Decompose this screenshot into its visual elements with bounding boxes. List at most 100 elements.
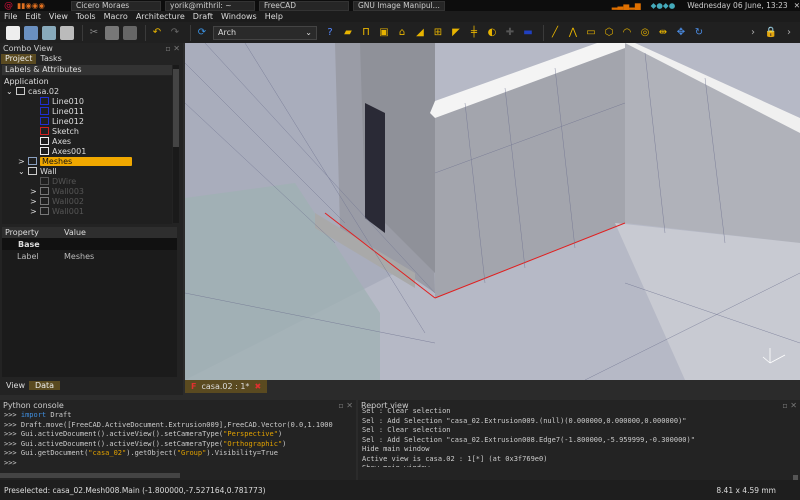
toolbar: ✂ ↶ ↷ ⟳ Arch ⌄ ? ▰ Π ▣ ⌂ ◢ ⊞ ◤ ╪ ◐ ✚ ▬ ╱ … [0, 22, 800, 43]
arch-section-icon[interactable]: ◐ [485, 26, 499, 40]
3d-scene[interactable] [185, 43, 800, 380]
tab-data[interactable]: Data [28, 381, 61, 390]
print-icon[interactable] [60, 25, 74, 40]
expand-arrow-icon[interactable]: > [30, 187, 40, 196]
toolbar-overflow-icon[interactable]: › [746, 26, 760, 40]
draft-polygon-icon[interactable]: ⬡ [602, 26, 616, 40]
arch-wall-icon[interactable]: ▰ [341, 26, 355, 40]
expand-arrow-icon[interactable]: ⌄ [18, 167, 28, 176]
tab-tasks[interactable]: Tasks [36, 54, 65, 64]
tree-item[interactable]: Line010 [2, 96, 172, 106]
menu-draft[interactable]: Draft [193, 12, 213, 21]
3d-viewport[interactable] [185, 43, 800, 380]
arch-building-icon[interactable]: ⌂ [395, 26, 409, 40]
toolbar-overflow-icon-2[interactable]: › [782, 26, 796, 40]
draft-rotate-icon[interactable]: ↻ [692, 26, 706, 40]
tree-item[interactable]: > Wall002 [2, 196, 172, 206]
menu-help[interactable]: Help [265, 12, 283, 21]
tab-view[interactable]: View [2, 381, 29, 390]
menu-tools[interactable]: Tools [76, 12, 96, 21]
arch-structure-icon[interactable]: Π [359, 26, 373, 40]
float-close-icons[interactable]: ▫ ✕ [782, 401, 797, 410]
report-view[interactable]: Report view ▫ ✕ Sel : Clear selection Sel … [358, 400, 800, 481]
task-0[interactable]: Cícero Moraes [71, 0, 161, 11]
menu-edit[interactable]: Edit [25, 12, 41, 21]
draft-wire-icon[interactable]: ⋀ [566, 26, 580, 40]
whats-this-icon[interactable]: ? [323, 26, 337, 40]
expand-arrow-icon[interactable]: > [18, 157, 28, 166]
horizontal-scrollbar[interactable] [0, 473, 180, 478]
menu-windows[interactable]: Windows [221, 12, 257, 21]
draft-arc-icon[interactable]: ◠ [620, 26, 634, 40]
tree-item[interactable]: ⌄ casa.02 [2, 86, 172, 96]
copy-icon[interactable] [105, 25, 119, 40]
debian-menu-icon[interactable]: @ [4, 1, 13, 11]
arch-roof-icon[interactable]: ◤ [449, 26, 463, 40]
refresh-icon[interactable]: ⟳ [195, 26, 209, 40]
paste-icon[interactable] [123, 25, 137, 40]
arch-remove-icon[interactable]: ▬ [521, 26, 535, 40]
menu-view[interactable]: View [49, 12, 68, 21]
python-console[interactable]: Python console ▫ ✕ >>> import Draft >>> Dr… [0, 400, 356, 480]
menu-bar: File Edit View Tools Macro Architecture Draft W… [0, 11, 800, 22]
tray-icons[interactable]: ◆●◆● [651, 1, 676, 10]
expand-arrow-icon[interactable]: > [30, 197, 40, 206]
draft-rectangle-icon[interactable]: ▭ [584, 26, 598, 40]
cpu-graph-icon: ▂▃▅▂▆ [611, 1, 641, 10]
tree-item[interactable]: DWire [2, 176, 172, 186]
tree-item[interactable]: Line012 [2, 116, 172, 126]
tree-item[interactable]: Axes001 [2, 146, 172, 156]
document-icon [16, 87, 25, 95]
arch-add-icon[interactable]: ✚ [503, 26, 517, 40]
draft-circle-icon[interactable]: ◎ [638, 26, 652, 40]
float-close-icons[interactable]: ▫ ✕ [338, 401, 353, 410]
arch-window-icon[interactable]: ⊞ [431, 26, 445, 40]
draft-move-icon[interactable]: ✥ [674, 26, 688, 40]
menu-file[interactable]: File [4, 12, 17, 21]
arch-axis-icon[interactable]: ╪ [467, 26, 481, 40]
menu-macro[interactable]: Macro [104, 12, 128, 21]
tab-project[interactable]: Project [1, 54, 37, 64]
open-icon[interactable] [24, 25, 38, 40]
tree-item[interactable]: Line011 [2, 106, 172, 116]
document-tab-bar: F casa.02 : 1* ✖ [185, 380, 800, 395]
close-tab-icon[interactable]: ✖ [254, 382, 261, 391]
tree-item[interactable]: Sketch [2, 126, 172, 136]
tree-item[interactable]: ⌄ Wall [2, 166, 172, 176]
expand-arrow-icon[interactable]: > [30, 207, 40, 216]
wire-icon [40, 97, 49, 105]
workbench-selector[interactable]: Arch ⌄ [213, 25, 317, 40]
project-tree: Application ⌄ casa.02 Line010 Line011 Line01… [2, 76, 172, 224]
property-group-base[interactable]: Base [2, 238, 177, 250]
float-close-icons[interactable]: ▫ ✕ [165, 44, 180, 53]
close-icon[interactable]: ✕ [794, 1, 800, 10]
new-icon[interactable] [6, 25, 20, 40]
document-tab[interactable]: F casa.02 : 1* ✖ [185, 380, 268, 393]
cut-icon[interactable]: ✂ [87, 26, 101, 40]
draft-dimension-icon[interactable]: ⇹ [656, 26, 670, 40]
task-2[interactable]: FreeCAD [259, 0, 349, 11]
property-value[interactable]: Meshes [64, 252, 94, 261]
expand-arrow-icon[interactable]: ⌄ [6, 87, 16, 96]
launcher-icons[interactable]: ▮▮◉◉◉ [17, 1, 67, 10]
task-1[interactable]: yorik@mithril: ~ [165, 0, 255, 11]
tree-scrollbar[interactable] [173, 65, 179, 223]
report-line: Sel : Clear selection [362, 426, 451, 434]
draft-line-icon[interactable]: ╱ [548, 26, 562, 40]
tree-item[interactable]: Axes [2, 136, 172, 146]
arch-site-icon[interactable]: ◢ [413, 26, 427, 40]
tree-item[interactable]: > Wall001 [2, 206, 172, 216]
tree-item[interactable]: > Wall003 [2, 186, 172, 196]
status-bar: Preselected: casa_02.Mesh008.Main (-1.80… [0, 480, 800, 500]
arch-floor-icon[interactable]: ▣ [377, 26, 391, 40]
tree-item[interactable]: > Meshes [2, 156, 172, 166]
property-row-label[interactable]: Label Meshes [2, 250, 177, 262]
undo-icon[interactable]: ↶ [150, 26, 164, 40]
save-icon[interactable] [42, 25, 56, 40]
clock[interactable]: Wednesday 06 June, 13:23 [687, 1, 787, 10]
lock-icon[interactable]: 🔒 [764, 26, 778, 40]
workbench-label: Arch [218, 28, 237, 37]
task-3[interactable]: GNU Image Manipul... [353, 0, 445, 11]
redo-icon[interactable]: ↷ [168, 26, 182, 40]
menu-architecture[interactable]: Architecture [136, 12, 185, 21]
